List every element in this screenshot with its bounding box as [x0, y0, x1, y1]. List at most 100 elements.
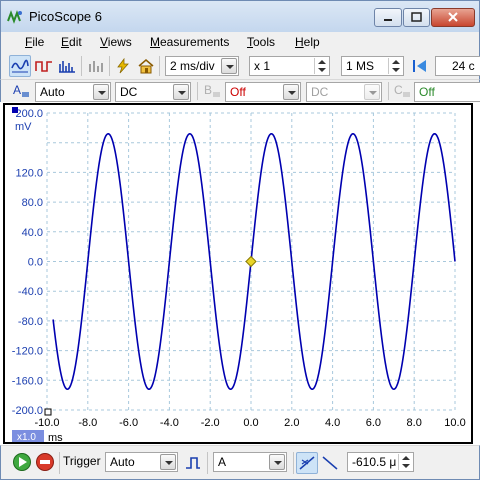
menu-tools[interactable]: Tools: [247, 35, 275, 49]
x-tick-label: -10.0: [34, 417, 59, 429]
trigger-label: Trigger: [63, 454, 101, 468]
advanced-trigger-button[interactable]: [182, 452, 204, 474]
capture-index-field[interactable]: 24 c: [435, 56, 480, 76]
chevron-down-icon: [283, 84, 299, 100]
stop-button[interactable]: [34, 451, 56, 473]
rising-slope-icon: [299, 456, 315, 470]
menu-file[interactable]: File: [25, 35, 44, 49]
chevron-down-icon: [221, 58, 237, 74]
y-tick-label: 0.0: [28, 257, 43, 269]
y-tick-label: -80.0: [18, 316, 43, 328]
toolbar-separator: [159, 56, 160, 76]
chevron-down-icon: [269, 454, 285, 470]
auto-setup-button[interactable]: [112, 55, 134, 77]
minimize-button[interactable]: [374, 8, 402, 27]
spin-arrows-icon: [398, 454, 412, 470]
toolbar-separator: [109, 56, 110, 76]
spin-arrows-icon: [314, 58, 328, 74]
channel-a-button[interactable]: A: [11, 82, 31, 100]
channel-c-button[interactable]: C: [392, 82, 412, 100]
trigger-pretrigger-stepper[interactable]: -610.5 μ: [347, 452, 414, 472]
persistence-mode-icon: [35, 61, 52, 72]
scope-view[interactable]: 200.0 120.0 80.0 40.0 0.0 -40.0 -80.0 -120.0 -16…: [3, 103, 473, 444]
default-setup-button[interactable]: [135, 55, 157, 77]
bottom-toolbar: Trigger Auto A -610.5 μ: [0, 445, 480, 480]
channel-c-options-icon: [403, 92, 410, 97]
x-tick-label: 6.0: [366, 417, 381, 429]
trigger-mode-select[interactable]: Auto: [105, 452, 178, 472]
menu-edit[interactable]: Edit: [61, 35, 82, 49]
lightning-icon: [117, 58, 129, 74]
chevron-down-icon: [364, 84, 380, 100]
x-axis-labels: -10.0 -8.0 -6.0 -4.0 -2.0 0.0 2.0 4.0 6.0 8.0 10.0: [34, 417, 465, 429]
y-axis-handle[interactable]: [12, 107, 18, 113]
y-tick-label: -120.0: [12, 346, 43, 358]
math-channels-button[interactable]: [85, 55, 107, 77]
timebase-select[interactable]: 2 ms/div: [165, 56, 239, 76]
trigger-marker-icon[interactable]: [245, 255, 257, 268]
menu-help[interactable]: Help: [295, 35, 320, 49]
channel-b-button[interactable]: B: [202, 82, 222, 100]
toolbar-separator: [293, 452, 294, 474]
home-icon: [138, 59, 154, 74]
samples-stepper[interactable]: 1 MS: [341, 56, 404, 76]
rising-edge-button[interactable]: [296, 452, 318, 474]
x-tick-label: -2.0: [201, 417, 220, 429]
y-tick-label: 80.0: [22, 197, 43, 209]
y-tick-label: 120.0: [15, 167, 43, 179]
channel-b-coupling-select: DC: [306, 82, 382, 102]
toolbar-separator: [207, 452, 208, 474]
first-capture-button[interactable]: [409, 55, 431, 77]
toolbar-separator: [388, 82, 389, 100]
channel-toolbar: A Auto DC B Off DC C Off: [0, 80, 480, 102]
y-tick-label: 200.0: [15, 108, 43, 120]
channel-b-range-select[interactable]: Off: [225, 82, 301, 102]
close-button[interactable]: [431, 8, 475, 27]
falling-edge-button[interactable]: [319, 452, 341, 474]
trigger-channel-select[interactable]: A: [213, 452, 287, 472]
menu-measurements[interactable]: Measurements: [150, 35, 229, 49]
channel-a-range-select[interactable]: Auto: [35, 82, 111, 102]
chevron-down-icon: [93, 84, 109, 100]
channel-b-options-icon: [213, 92, 220, 97]
x-tick-label: 4.0: [325, 417, 340, 429]
channel-a-options-icon: [22, 92, 29, 97]
y-axis-labels: 200.0 120.0 80.0 40.0 0.0 -40.0 -80.0 -120.0 -16…: [12, 108, 43, 417]
zoom-stepper[interactable]: x 1: [249, 56, 330, 76]
persistence-mode-button[interactable]: [33, 55, 55, 77]
toolbar-separator: [59, 452, 60, 474]
x-tick-label: 8.0: [407, 417, 422, 429]
bars-disabled-icon: [89, 61, 103, 72]
maximize-icon: [411, 12, 422, 22]
maximize-button[interactable]: [403, 8, 430, 27]
falling-slope-icon: [322, 456, 338, 470]
toolbar-separator: [81, 56, 82, 76]
x-axis-handle[interactable]: [44, 408, 52, 416]
x-zoom-label: x1.0: [17, 432, 36, 442]
spectrum-mode-icon: [59, 61, 75, 73]
spectrum-mode-button[interactable]: [56, 55, 78, 77]
close-icon: [448, 12, 458, 22]
y-tick-label: -200.0: [12, 405, 43, 417]
channel-a-coupling-select[interactable]: DC: [115, 82, 191, 102]
channel-c-range-select[interactable]: Off: [414, 82, 480, 102]
spin-arrows-icon: [388, 58, 402, 74]
menu-bar: File Edit Views Measurements Tools Help: [0, 32, 480, 52]
minimize-icon: [384, 19, 392, 21]
menu-views[interactable]: Views: [100, 35, 132, 49]
toolbar-separator: [197, 82, 198, 100]
y-axis-unit: mV: [15, 121, 32, 133]
stop-icon: [36, 453, 54, 471]
x-tick-label: 0.0: [243, 417, 258, 429]
y-tick-label: -160.0: [12, 375, 43, 387]
x-tick-label: -4.0: [160, 417, 179, 429]
start-button[interactable]: [11, 451, 33, 473]
scope-mode-button[interactable]: [9, 55, 31, 77]
y-tick-label: 40.0: [22, 227, 43, 239]
rising-edge-icon: [186, 457, 200, 469]
y-tick-label: -40.0: [18, 286, 43, 298]
x-tick-label: 2.0: [284, 417, 299, 429]
waveform-chart[interactable]: 200.0 120.0 80.0 40.0 0.0 -40.0 -80.0 -120.0 -16…: [5, 105, 471, 442]
window-title: PicoScope 6: [29, 9, 102, 24]
chevron-down-icon: [173, 84, 189, 100]
